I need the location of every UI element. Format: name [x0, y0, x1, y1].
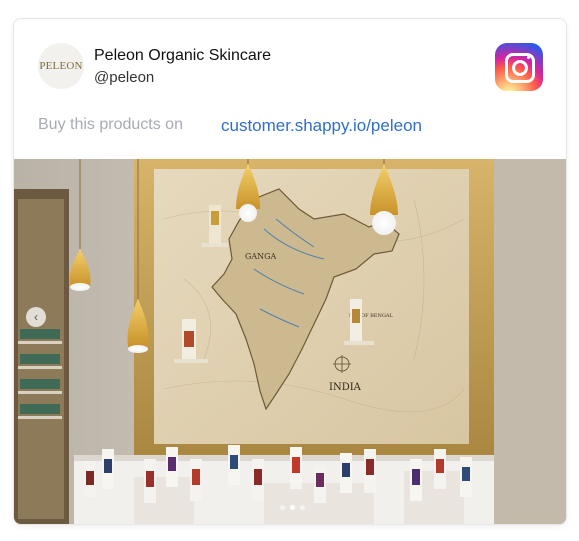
account-handle[interactable]: @peleon [94, 69, 154, 86]
instagram-post-card: PELEON Peleon Organic Skincare @peleon B… [13, 18, 567, 525]
instagram-icon[interactable] [495, 43, 543, 91]
account-name[interactable]: Peleon Organic Skincare [94, 47, 271, 65]
carousel-dots [280, 505, 305, 510]
map-label-ganga: GANGA [245, 252, 277, 261]
map-label-country: INDIA [329, 382, 362, 393]
chevron-left-icon: ‹ [34, 310, 38, 324]
avatar[interactable]: PELEON [38, 43, 84, 89]
post-photo[interactable]: GANGA BAY OF BENGAL INDIA ‹ [14, 159, 566, 524]
carousel-dot[interactable] [300, 505, 305, 510]
buy-label: Buy this products on [38, 116, 183, 133]
carousel-dot[interactable] [290, 505, 295, 510]
avatar-logo-text: PELEON [39, 60, 83, 72]
carousel-prev-button[interactable]: ‹ [26, 307, 46, 327]
shop-link[interactable]: customer.shappy.io/peleon [221, 116, 422, 136]
store-display-illustration: GANGA BAY OF BENGAL INDIA [14, 159, 566, 524]
carousel-dot[interactable] [280, 505, 285, 510]
